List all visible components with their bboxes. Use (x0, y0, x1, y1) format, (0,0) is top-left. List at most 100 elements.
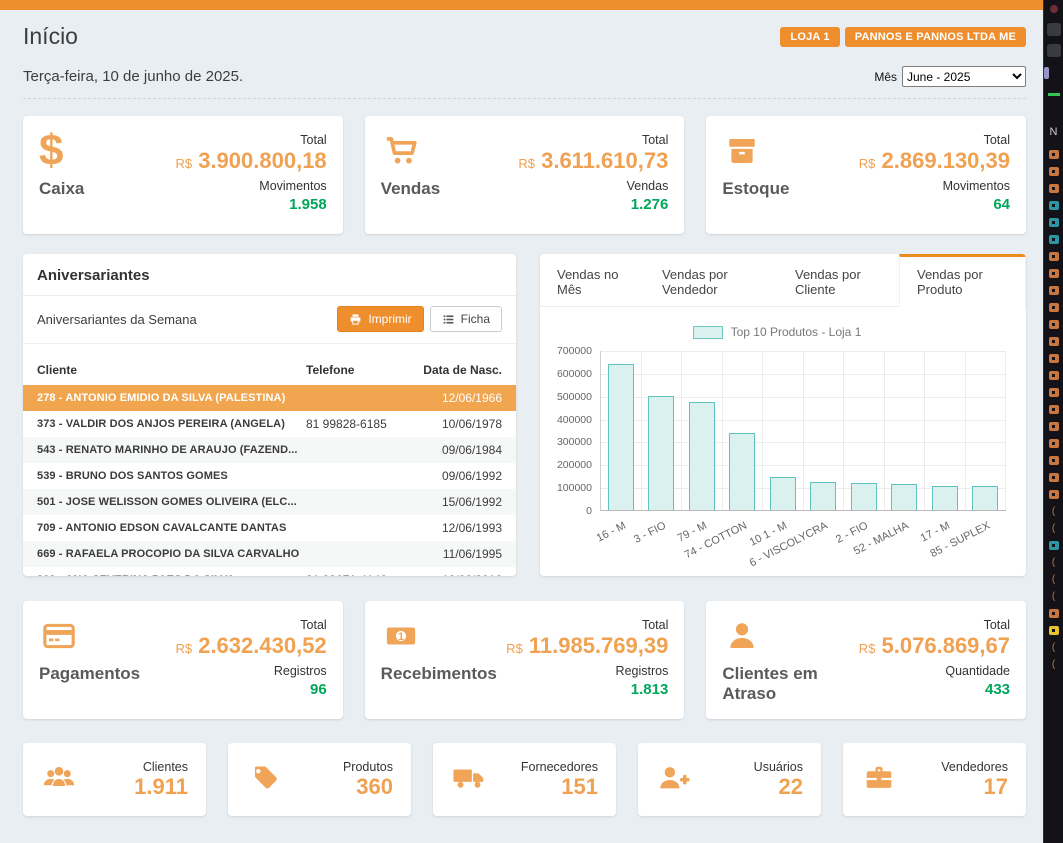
fornecedores-label: Fornecedores (521, 760, 598, 774)
pagamentos-count-label: Registros (175, 664, 326, 678)
bar (608, 364, 634, 511)
tab-vendas-por-vendedor[interactable]: Vendas por Vendedor (645, 254, 778, 306)
chart-bar-cell: 74 - COTTON (723, 351, 764, 510)
strip-glyph: N (1050, 126, 1058, 138)
y-tick-label: 100000 (557, 482, 592, 494)
strip-glyph (1049, 218, 1059, 227)
total-label: Total (859, 618, 1010, 632)
table-row[interactable]: 501 - JOSE WELISSON GOMES OLIVEIRA (ELC.… (23, 489, 516, 515)
recebimentos-total-value: R$ 11.985.769,39 (506, 632, 668, 662)
clientes-atraso-card: Clientes em Atraso Total R$ 5.076.869,67… (706, 601, 1026, 719)
bar (689, 402, 715, 510)
strip-glyph (1049, 269, 1059, 278)
table-row[interactable]: 309 - ANA SEVERINA PAES DA SILVA81 99671… (23, 567, 516, 576)
print-button[interactable]: Imprimir (337, 306, 423, 332)
bar (770, 477, 796, 510)
bar (972, 486, 998, 510)
top-stats-row: $ Caixa Total R$ 3.900.800,18 Movimentos… (23, 116, 1026, 234)
y-tick-label: 300000 (557, 436, 592, 448)
vendas-count-label: Vendas (518, 179, 668, 193)
bar-chart: Top 10 Produtos - Loja 1 010000020000030… (540, 307, 1026, 571)
recebimentos-count-value: 1.813 (506, 681, 668, 698)
strip-glyph (1049, 405, 1059, 414)
birthdays-title: Aniversariantes (23, 254, 516, 296)
chart-legend: Top 10 Produtos - Loja 1 (548, 325, 1006, 339)
table-row[interactable]: 539 - BRUNO DOS SANTOS GOMES09/06/1992 (23, 463, 516, 489)
clientes-atraso-count-label: Quantidade (859, 664, 1010, 678)
store-button[interactable]: LOJA 1 (780, 27, 839, 47)
clientes-label: Clientes (134, 760, 188, 774)
vendedores-card: Vendedores 17 (843, 743, 1026, 816)
clientes-atraso-count-value: 433 (859, 681, 1010, 698)
tab-vendas-por-cliente[interactable]: Vendas por Cliente (778, 254, 899, 306)
page-title: Início (23, 23, 78, 50)
chart-bar-cell: 85 - SUPLEX (966, 351, 1007, 510)
total-label: Total (859, 133, 1010, 147)
clientes-card: Clientes 1.911 (23, 743, 206, 816)
briefcase-icon (861, 762, 897, 798)
users-icon (41, 762, 77, 798)
sales-panel: Vendas no Mês Vendas por Vendedor Vendas… (540, 254, 1026, 576)
legend-label: Top 10 Produtos - Loja 1 (731, 325, 862, 339)
pagamentos-label: Pagamentos (39, 664, 140, 684)
month-label: Mês (874, 70, 897, 84)
fornecedores-card: Fornecedores 151 (433, 743, 616, 816)
vendas-count-value: 1.276 (518, 196, 668, 213)
pagamentos-total-value: R$ 2.632.430,52 (175, 632, 326, 662)
produtos-label: Produtos (343, 760, 393, 774)
total-label: Total (175, 133, 326, 147)
estoque-count-label: Movimentos (859, 179, 1010, 193)
strip-glyph (1049, 388, 1059, 397)
chart-bar-cell: 3 - FIO (642, 351, 683, 510)
recebimentos-count-label: Registros (506, 664, 668, 678)
printer-icon (349, 313, 362, 326)
dollar-icon: $ (39, 131, 63, 171)
table-row[interactable]: 543 - RENATO MARINHO DE ARAUJO (FAZEND..… (23, 437, 516, 463)
month-select[interactable]: June - 2025 (902, 66, 1026, 87)
user-icon (722, 616, 762, 656)
recebimentos-card: 1 Recebimentos Total R$ 11.985.769,39 Re… (365, 601, 685, 719)
chart-bar-cell: 2 - FIO (844, 351, 885, 510)
total-label: Total (518, 133, 668, 147)
strip-glyph (1049, 422, 1059, 431)
legend-swatch (693, 326, 723, 339)
chart-bar-cell: 16 - M (601, 351, 642, 510)
company-button[interactable]: PANNOS E PANNOS LTDA ME (845, 27, 1026, 47)
estoque-count-value: 64 (859, 196, 1010, 213)
strip-glyph: ( (1052, 507, 1055, 516)
usuarios-card: Usuários 22 (638, 743, 821, 816)
usuarios-label: Usuários (754, 760, 803, 774)
estoque-label: Estoque (722, 179, 789, 199)
ficha-button[interactable]: Ficha (430, 306, 502, 332)
birthdays-table-header: Cliente Telefone Data de Nasc. (23, 354, 516, 385)
vendas-card: Vendas Total R$ 3.611.610,73 Vendas 1.27… (365, 116, 685, 234)
strip-glyph (1049, 303, 1059, 312)
table-row[interactable]: 278 - ANTONIO EMIDIO DA SILVA (PALESTINA… (23, 385, 516, 411)
current-date: Terça-feira, 10 de junho de 2025. (23, 68, 243, 85)
tab-vendas-por-produto[interactable]: Vendas por Produto (899, 254, 1026, 307)
birthdays-panel: Aniversariantes Aniversariantes da Seman… (23, 254, 516, 576)
clientes-atraso-label: Clientes em Atraso (722, 664, 858, 704)
produtos-card: Produtos 360 (228, 743, 411, 816)
bar (932, 486, 958, 510)
svg-text:1: 1 (398, 631, 404, 643)
table-row[interactable]: 373 - VALDIR DOS ANJOS PEREIRA (ANGELA)8… (23, 411, 516, 437)
strip-glyph (1044, 67, 1049, 79)
table-row[interactable]: 669 - RAFAELA PROCOPIO DA SILVA CARVALHO… (23, 541, 516, 567)
usuarios-value: 22 (754, 775, 803, 799)
chart-bar-cell: 10 1 - M (763, 351, 804, 510)
user-plus-icon (656, 762, 692, 798)
mini-cards-row: Clientes 1.911 Produtos 360 Fornecedor (23, 743, 1026, 816)
bottom-stats-row: Pagamentos Total R$ 2.632.430,52 Registr… (23, 601, 1026, 719)
caixa-total-value: R$ 3.900.800,18 (175, 147, 326, 177)
strip-glyph (1049, 184, 1059, 193)
chart-bar-cell: 17 - M (925, 351, 966, 510)
strip-glyph: ( (1052, 524, 1055, 533)
tag-icon (246, 762, 282, 798)
sales-tabbar: Vendas no Mês Vendas por Vendedor Vendas… (540, 254, 1026, 307)
produtos-value: 360 (343, 775, 393, 799)
strip-glyph (1047, 44, 1061, 57)
total-label: Total (175, 618, 326, 632)
tab-vendas-no-mes[interactable]: Vendas no Mês (540, 254, 645, 306)
table-row[interactable]: 709 - ANTONIO EDSON CAVALCANTE DANTAS12/… (23, 515, 516, 541)
